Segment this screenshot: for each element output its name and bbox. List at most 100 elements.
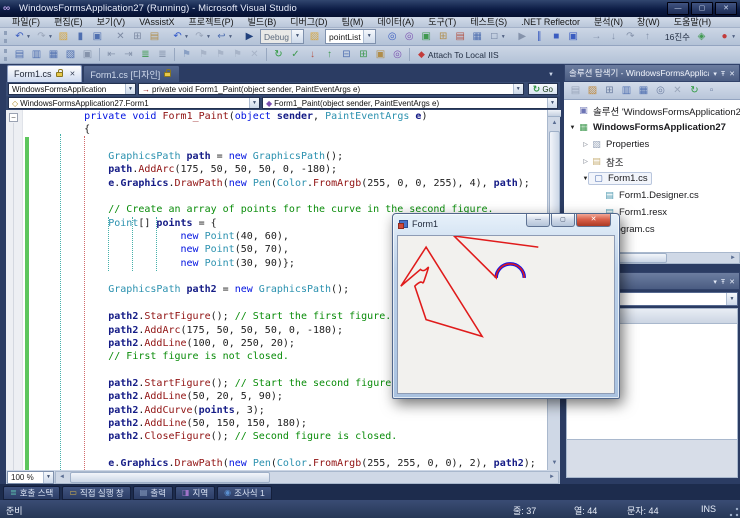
collapse-icon[interactable]: ▫	[704, 83, 719, 99]
form-close-button[interactable]: ✕	[576, 214, 611, 227]
undo-checkout-icon[interactable]: ↑	[322, 47, 337, 63]
code-line[interactable]: {	[36, 123, 547, 136]
find-references-icon[interactable]: ◎	[402, 29, 417, 45]
tab-form1-cs-design[interactable]: Form1.cs [디자인]	[83, 65, 181, 82]
minimize-button[interactable]: —	[667, 2, 689, 15]
editor-horizontal-scrollbar[interactable]: ◄ ►	[55, 470, 559, 484]
vax-scope-combo[interactable]: WindowsFormsApplication ▼	[8, 83, 136, 95]
menu-item-8[interactable]: 팀(M)	[335, 17, 371, 28]
tree-item-6[interactable]: ▤ Form1.Designer.cs	[564, 187, 740, 204]
tool-window-tab-4[interactable]: ◨ 지역	[174, 485, 216, 500]
check-out-icon[interactable]: ↓	[305, 47, 320, 63]
check-in-icon[interactable]: ✓	[288, 47, 303, 63]
toolbar2-grip[interactable]	[4, 48, 7, 61]
code-line[interactable]: path2.AddLine(50, 150, 150, 180);	[36, 417, 547, 430]
dropdown-arrow-icon[interactable]: ▼	[291, 30, 304, 43]
maximize-button[interactable]: ▢	[691, 2, 713, 15]
auto-hide-pin-icon[interactable]: Ŧ	[721, 279, 725, 286]
menu-item-10[interactable]: 도구(T)	[421, 17, 463, 28]
menu-item-13[interactable]: 분석(N)	[587, 17, 630, 28]
close-icon[interactable]: ✕	[729, 71, 735, 78]
expander-collapsed-icon[interactable]: ▷	[581, 141, 590, 148]
paste-icon[interactable]: ▤	[147, 29, 162, 45]
tool-window-tab-5[interactable]: ◉ 조사식 1	[217, 485, 272, 500]
view-designer-icon[interactable]: ▦	[636, 83, 651, 99]
dropdown-arrow-icon[interactable]: ▼	[547, 98, 557, 108]
navigate-forward-icon[interactable]: ↷ ▼	[34, 29, 54, 45]
menu-item-6[interactable]: 빌드(B)	[241, 17, 284, 28]
menu-item-3[interactable]: 보기(V)	[90, 17, 133, 28]
menu-item-7[interactable]: 디버그(D)	[283, 17, 334, 28]
horizontal-scroll-thumb[interactable]	[70, 471, 270, 483]
menu-item-1[interactable]: 파일(F)	[5, 17, 47, 28]
uncomment-selection-icon[interactable]: ≣	[155, 47, 170, 63]
dropdown-arrow-icon[interactable]: ▼	[43, 471, 53, 483]
splitter-handle[interactable]	[548, 110, 561, 117]
tool-window-tab-2[interactable]: ▭ 직접 실행 창	[62, 485, 131, 500]
view-class-diagram-icon[interactable]: ◎	[653, 83, 668, 99]
hex-display-toggle[interactable]: 16진수	[662, 31, 693, 43]
compare-icon[interactable]: ⊟	[339, 47, 354, 63]
properties-icon[interactable]: ▨	[585, 83, 600, 99]
menu-item-5[interactable]: 프로젝트(P)	[182, 17, 241, 28]
increase-indent-icon[interactable]: ⇥	[121, 47, 136, 63]
form1-window[interactable]: Form1 — ▢ ✕	[392, 213, 620, 399]
auto-hide-pin-icon[interactable]: Ŧ	[721, 71, 725, 78]
decrease-indent-icon[interactable]: ⇤	[104, 47, 119, 63]
dropdown-arrow-icon[interactable]: ▼	[726, 293, 737, 305]
document-list-dropdown-icon[interactable]: ▼	[548, 72, 560, 82]
break-all-icon[interactable]: ∥	[532, 29, 547, 45]
find-combo[interactable]: pointList ▼	[325, 29, 376, 44]
navigate-to-icon[interactable]: ↩ ▼	[214, 29, 234, 45]
tree-item-2[interactable]: ▼ ▦ WindowsFormsApplication27	[564, 119, 740, 136]
scroll-up-icon[interactable]: ▲	[548, 117, 561, 130]
tab-form1-cs[interactable]: Form1.cs ✕	[7, 65, 83, 82]
home-icon[interactable]: ▤	[568, 83, 583, 99]
code-line[interactable]: path.AddArc(175, 50, 50, 50, 0, -180);	[36, 163, 547, 176]
close-tab-icon[interactable]: ✕	[70, 70, 76, 78]
form-minimize-button[interactable]: —	[526, 214, 550, 227]
vax-member-combo[interactable]: → private void Form1_Paint(object sender…	[138, 83, 524, 95]
parameter-info-icon[interactable]: ▥	[29, 47, 44, 63]
comment-selection-icon[interactable]: ≣	[138, 47, 153, 63]
code-line[interactable]: private void Form1_Paint(object sender, …	[36, 110, 547, 123]
show-all-files-icon[interactable]: ⊞	[602, 83, 617, 99]
clear-bookmarks-icon[interactable]: ✕	[247, 47, 262, 63]
solution-explorer-header[interactable]: 솔루션 탐색기 - WindowsFormsApplicat... ▾ Ŧ ✕	[564, 64, 740, 82]
menu-item-2[interactable]: 편집(E)	[47, 17, 90, 28]
code-line[interactable]	[36, 444, 547, 457]
step-out-icon[interactable]: ↑	[640, 29, 655, 45]
code-line[interactable]: path2.CloseFigure(); // Second figure is…	[36, 430, 547, 443]
scroll-down-icon[interactable]: ▼	[548, 457, 561, 470]
menu-item-14[interactable]: 창(W)	[630, 17, 667, 28]
close-button[interactable]: ✕	[715, 2, 737, 15]
members-combo[interactable]: ◆ Form1_Paint(object sender, PaintEventA…	[262, 97, 558, 109]
undo-icon[interactable]: ↶ ▼	[170, 29, 190, 45]
tree-item-3[interactable]: ▷ ▧ Properties	[564, 136, 740, 153]
tree-item-4[interactable]: ▷ ▤ 참조	[564, 153, 740, 170]
output-window-icon[interactable]: ◈	[694, 29, 709, 45]
unload-icon[interactable]: ✕	[670, 83, 685, 99]
view-code-icon[interactable]: ▥	[619, 83, 634, 99]
error-list-icon[interactable]: ▤	[453, 29, 468, 45]
next-bookmark-icon[interactable]: ⚑	[213, 47, 228, 63]
show-next-statement-icon[interactable]: →	[589, 29, 604, 45]
code-line[interactable]: path2.AddCurve(points, 3);	[36, 404, 547, 417]
save-all-icon[interactable]: ▣	[90, 29, 105, 45]
tool-window-tab-3[interactable]: ▤ 출력	[132, 485, 173, 500]
step-over-icon[interactable]: ↷	[623, 29, 638, 45]
menu-item-9[interactable]: 데이터(A)	[370, 17, 421, 28]
class-view-icon[interactable]: ▦	[470, 29, 485, 45]
navigate-backward-icon[interactable]: ↶ ▼	[12, 29, 32, 45]
menu-item-15[interactable]: 도움말(H)	[667, 17, 718, 28]
continue-icon[interactable]: ▶	[515, 29, 530, 45]
find-symbol-icon[interactable]: ◎	[385, 29, 400, 45]
close-icon[interactable]: ✕	[729, 279, 735, 286]
dropdown-arrow-icon[interactable]: ▼	[362, 30, 375, 43]
copy-icon[interactable]: ⊞	[130, 29, 145, 45]
tree-item-1[interactable]: ▣ 솔루션 'WindowsFormsApplication27' (1 프로	[564, 102, 740, 119]
dropdown-arrow-icon[interactable]: ▼	[512, 84, 523, 94]
code-line[interactable]	[36, 137, 547, 150]
menu-item-12[interactable]: .NET Reflector	[514, 17, 587, 28]
breakpoints-window-icon[interactable]: ● ▼	[717, 29, 737, 45]
